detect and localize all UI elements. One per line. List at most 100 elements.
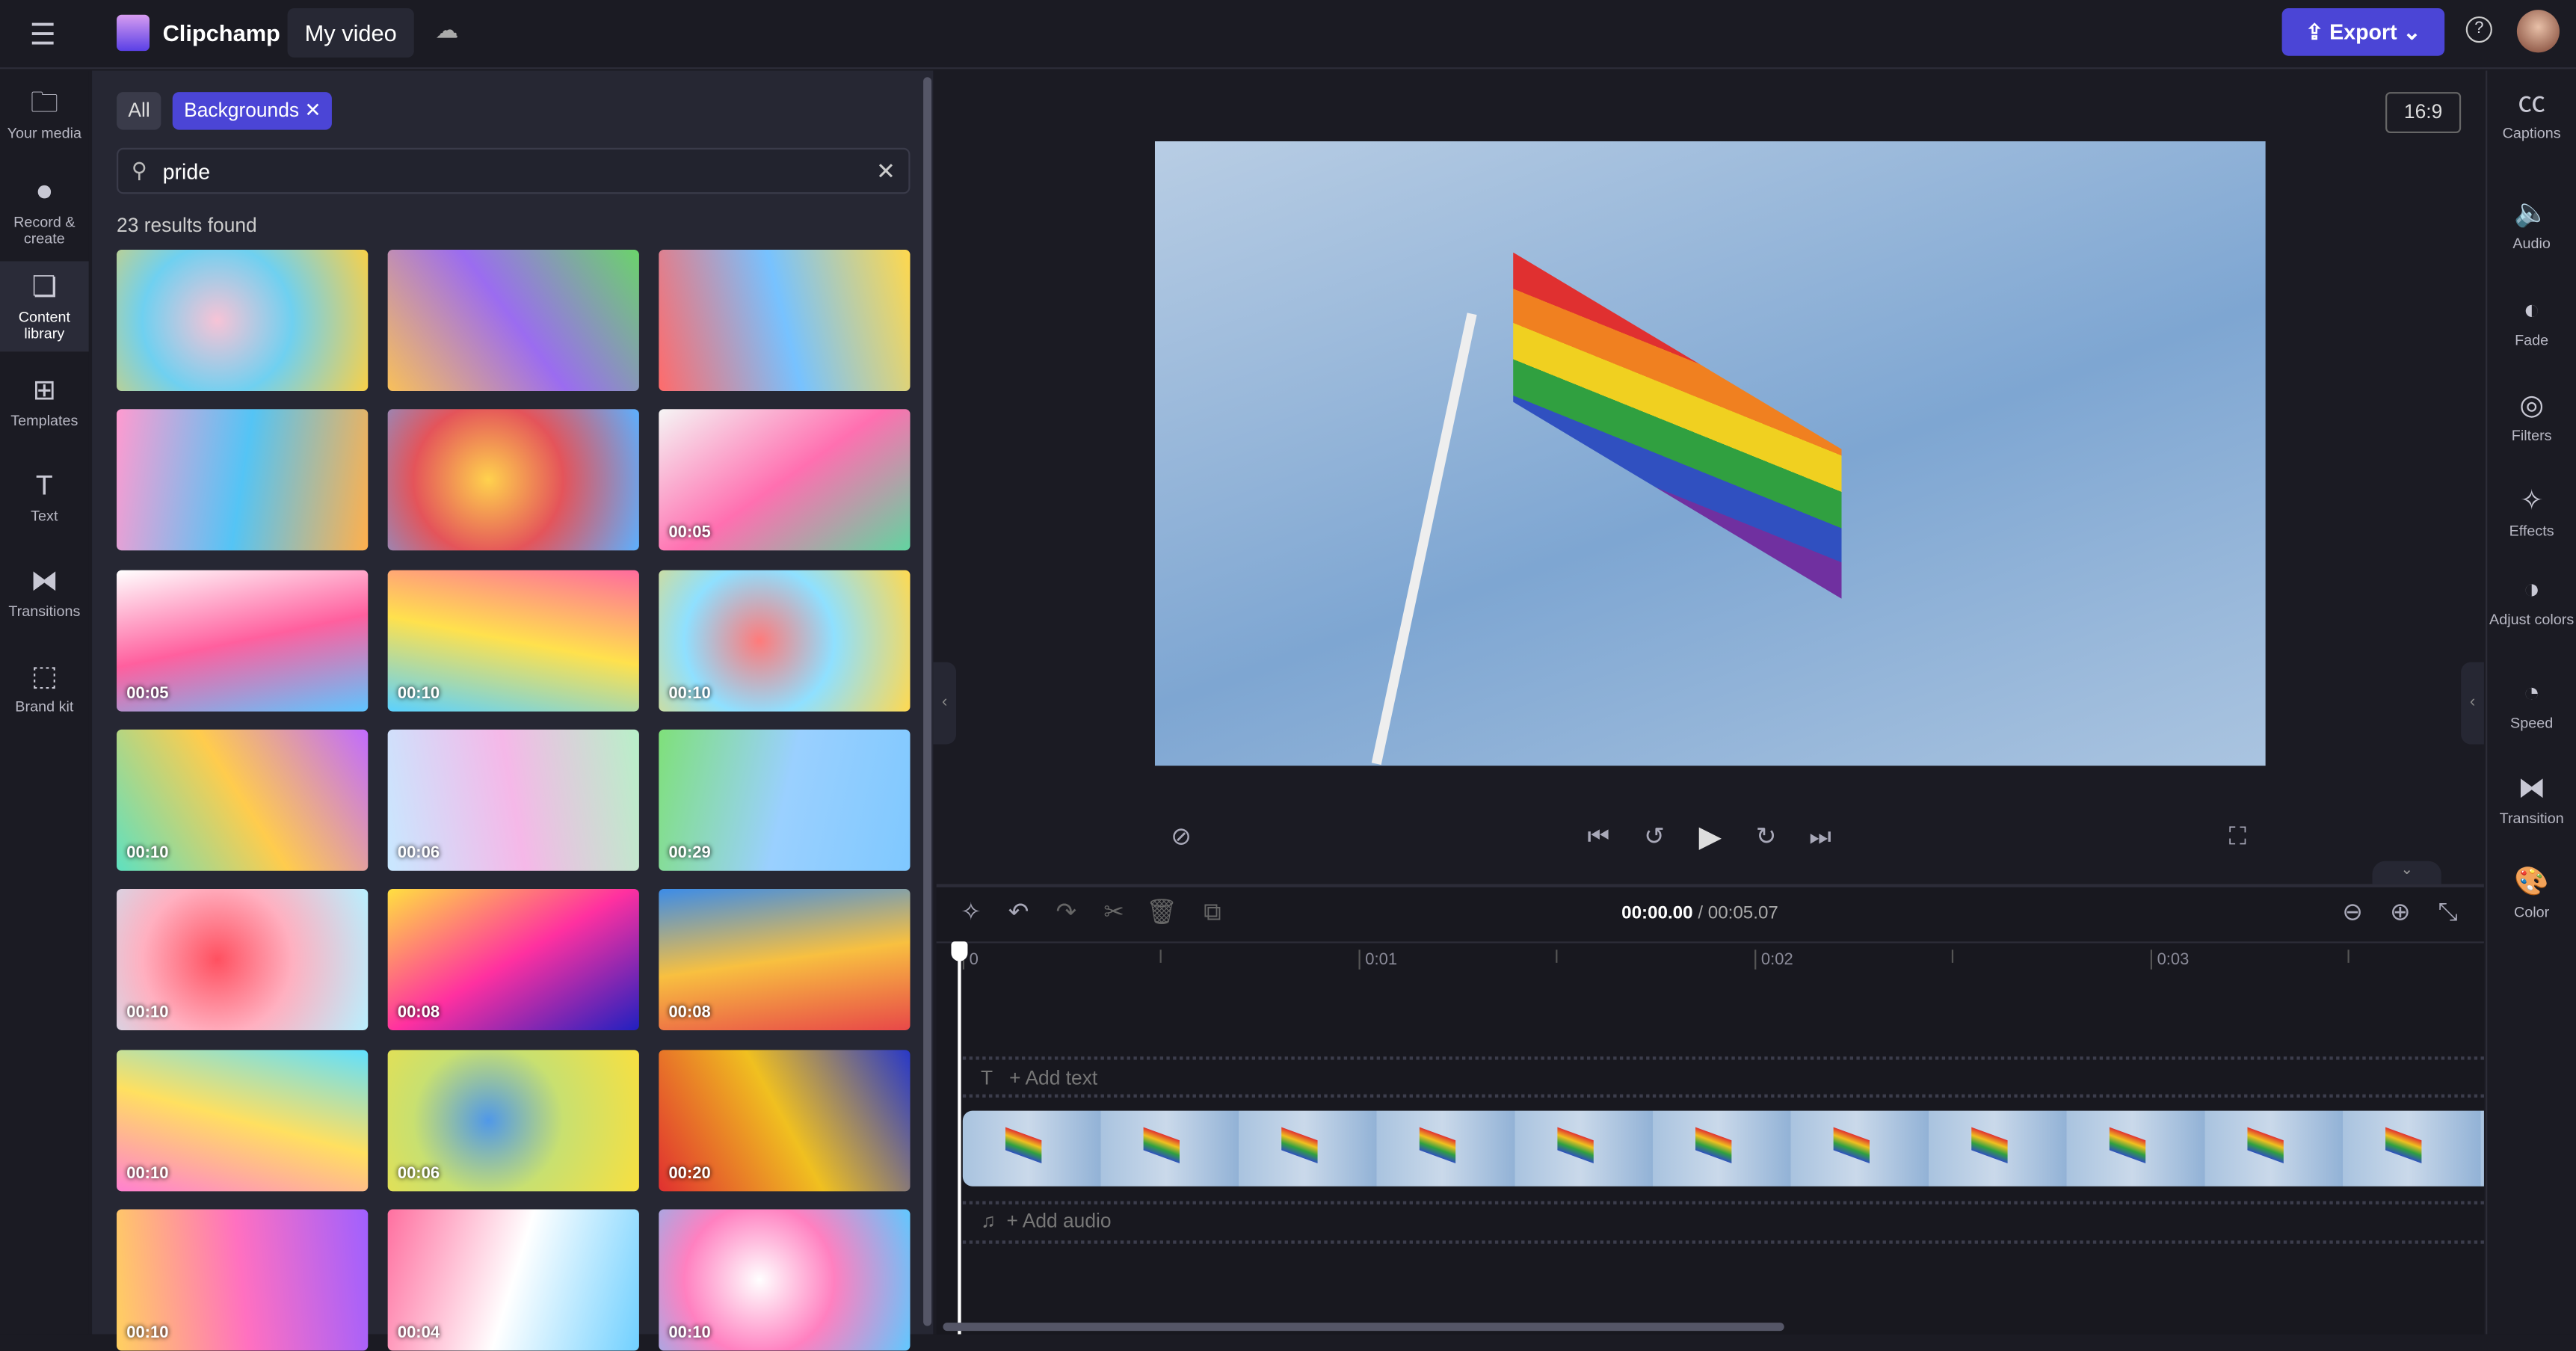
background-thumbnail[interactable]: 00:05 [117, 570, 369, 712]
background-thumbnail[interactable] [387, 409, 639, 551]
duration-label: 00:06 [397, 844, 440, 863]
collapse-panel-button[interactable]: ‹ [933, 662, 957, 745]
ruler-label: 0:03 [2157, 951, 2190, 970]
background-thumbnail[interactable]: 00:06 [387, 729, 639, 871]
audio-track[interactable]: ♫ + Add audio [981, 1210, 1112, 1233]
skip-back-icon[interactable]: ⏮ [1580, 822, 1616, 855]
undo-icon[interactable]: ↶ [1000, 897, 1036, 930]
clip-frame-flag [2247, 1127, 2284, 1163]
fade-icon: ◐ [2523, 294, 2540, 326]
clip-frame-flag [1281, 1127, 1318, 1163]
fullscreen-icon[interactable]: ⛶ [2219, 822, 2255, 855]
sidebar-item-text[interactable]: T Text [0, 460, 89, 534]
text-icon: T [35, 470, 53, 502]
search-icon: ⚲ [131, 157, 147, 182]
duration-label: 00:10 [126, 1003, 169, 1022]
background-thumbnail[interactable]: 00:08 [659, 888, 910, 1030]
help-icon[interactable]: ? [2465, 16, 2492, 43]
sidebar-item-brand-kit[interactable]: ⬚ Brand kit [0, 650, 89, 724]
sidebar-item-effects[interactable]: ✧ Effects [2487, 475, 2576, 549]
background-thumbnail[interactable]: 00:20 [659, 1050, 910, 1192]
duration-label: 00:06 [397, 1165, 440, 1184]
background-thumbnail[interactable] [117, 409, 369, 551]
sidebar-item-audio[interactable]: 🔈 Audio [2487, 188, 2576, 262]
fit-timeline-icon[interactable]: ⤡ [2429, 897, 2465, 930]
redo-icon[interactable]: ↷ [1048, 897, 1084, 930]
search-input[interactable]: ⚲ pride ✕ [117, 147, 910, 194]
camera-icon: ⏺ [37, 176, 52, 207]
delete-icon[interactable]: 🗑 [1144, 897, 1180, 930]
avatar[interactable] [2516, 10, 2560, 53]
play-icon[interactable]: ▶ [1692, 820, 1728, 853]
video-preview[interactable] [1154, 141, 2266, 766]
sidebar-item-your-media[interactable]: 🗀 Your media [0, 77, 89, 151]
top-bar: ☰ Clipchamp My video ☁ ⇪ Export ⌄ ? [0, 0, 2576, 70]
brand-kit-icon: ⬚ [31, 660, 58, 692]
background-thumbnail[interactable]: 00:10 [117, 1209, 369, 1351]
sidebar-item-speed[interactable]: ◔ Speed [2487, 667, 2576, 741]
background-thumbnail[interactable]: 00:10 [117, 729, 369, 871]
zoom-out-icon[interactable]: ⊖ [2335, 897, 2370, 930]
duration-label: 00:20 [668, 1165, 711, 1184]
sidebar-item-color[interactable]: 🎨 Color [2487, 856, 2576, 930]
background-thumbnail[interactable]: 00:10 [659, 570, 910, 712]
sidebar-item-fade[interactable]: ◐ Fade [2487, 284, 2576, 358]
background-thumbnail[interactable] [659, 250, 910, 392]
background-thumbnail[interactable]: 00:10 [117, 888, 369, 1030]
text-track[interactable]: T + Add text [981, 1066, 1097, 1089]
project-title[interactable]: My video [287, 7, 414, 58]
playhead[interactable] [958, 943, 961, 1335]
export-button[interactable]: ⇪ Export ⌄ [2281, 7, 2445, 56]
background-thumbnail[interactable]: 00:06 [387, 1050, 639, 1192]
duration-label: 00:05 [126, 685, 169, 704]
sidebar-item-adjust-colors[interactable]: ◑ Adjust colors [2487, 564, 2576, 638]
sidebar-item-transition[interactable]: ⧓ Transition [2487, 763, 2576, 837]
cloud-off-icon[interactable]: ☁ [435, 16, 458, 44]
background-thumbnail[interactable]: 00:05 [659, 409, 910, 551]
skip-forward-icon[interactable]: ⏭ [1802, 822, 1838, 855]
video-clip[interactable] [962, 1110, 2484, 1187]
hamburger-icon[interactable]: ☰ [30, 18, 56, 52]
aspect-ratio-button[interactable]: 16:9 [2385, 92, 2462, 134]
rewind-5-icon[interactable]: ↺ [1636, 822, 1672, 855]
forward-5-icon[interactable]: ↻ [1748, 822, 1784, 855]
duration-label: 00:08 [668, 1003, 711, 1022]
magic-icon[interactable]: ✧ [953, 897, 989, 930]
hide-preview-icon[interactable]: ⊘ [1163, 822, 1199, 855]
ruler-divider [936, 941, 2484, 944]
background-thumbnail[interactable]: 00:10 [387, 570, 639, 712]
background-thumbnail[interactable]: 00:10 [659, 1209, 910, 1351]
background-thumbnail[interactable]: 00:08 [387, 888, 639, 1030]
playhead-handle[interactable] [951, 941, 968, 961]
collapse-timeline-button[interactable]: ⌄ [2372, 861, 2441, 884]
sidebar-item-transitions[interactable]: ⧓ Transitions [0, 556, 89, 630]
filter-all[interactable]: All [117, 92, 162, 130]
duration-label: 00:10 [126, 1324, 169, 1343]
clear-search-icon[interactable]: ✕ [876, 158, 896, 185]
background-thumbnail[interactable]: 00:10 [117, 1050, 369, 1192]
collapse-right-panel-button[interactable]: ‹ [2461, 662, 2484, 745]
close-icon[interactable]: ✕ [304, 99, 321, 122]
ruler-tick [1358, 950, 1361, 970]
cut-icon[interactable]: ✂ [1096, 897, 1132, 930]
adjust-colors-icon: ◑ [2523, 573, 2540, 605]
timeline-scrollbar[interactable] [943, 1323, 1784, 1332]
clip-frame-flag [1005, 1127, 1042, 1163]
ruler-tick [2347, 950, 2349, 963]
sidebar-item-captions[interactable]: ㏄ Captions [2487, 77, 2576, 151]
sidebar-item-templates[interactable]: ⊞ Templates [0, 365, 89, 439]
background-thumbnail[interactable]: 00:04 [387, 1209, 639, 1351]
background-thumbnail[interactable] [387, 250, 639, 392]
sidebar-item-record-create[interactable]: ⏺ Record & create [0, 166, 89, 256]
duration-label: 00:10 [126, 1165, 169, 1184]
filter-backgrounds[interactable]: Backgrounds ✕ [172, 92, 333, 130]
zoom-in-icon[interactable]: ⊕ [2382, 897, 2418, 930]
panel-scrollbar[interactable] [923, 77, 932, 1326]
speaker-icon: 🔈 [2514, 197, 2549, 229]
background-thumbnail[interactable]: 00:29 [659, 729, 910, 871]
duplicate-icon[interactable]: ⧉ [1195, 897, 1230, 930]
sidebar-item-filters[interactable]: ◎ Filters [2487, 380, 2576, 454]
clip-frame-flag [1143, 1127, 1180, 1163]
sidebar-item-content-library[interactable]: ❏ Content library [0, 261, 89, 352]
background-thumbnail[interactable] [117, 250, 369, 392]
